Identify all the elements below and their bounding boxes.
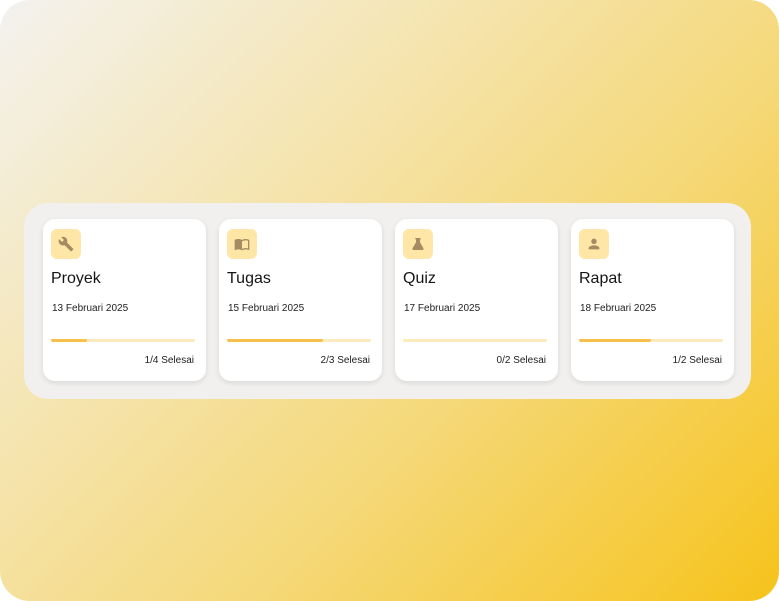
card-quiz[interactable]: Quiz 17 Februari 2025 0/2 Selesai <box>395 219 558 381</box>
progress-fill <box>51 339 87 342</box>
progress-bar <box>51 339 195 342</box>
progress-fill <box>227 339 323 342</box>
card-status: 1/2 Selesai <box>672 355 722 366</box>
card-date: 18 Februari 2025 <box>580 303 657 314</box>
background-stage: Proyek 13 Februari 2025 1/4 Selesai Tuga… <box>0 0 779 601</box>
card-date: 15 Februari 2025 <box>228 303 305 314</box>
card-date: 13 Februari 2025 <box>52 303 129 314</box>
card-rapat[interactable]: Rapat 18 Februari 2025 1/2 Selesai <box>571 219 734 381</box>
card-list: Proyek 13 Februari 2025 1/4 Selesai Tuga… <box>43 219 734 381</box>
person-icon <box>579 229 609 259</box>
progress-fill <box>579 339 651 342</box>
card-title: Proyek <box>51 270 101 287</box>
card-tugas[interactable]: Tugas 15 Februari 2025 2/3 Selesai <box>219 219 382 381</box>
card-title: Quiz <box>403 270 436 287</box>
wrench-icon <box>51 229 81 259</box>
card-status: 1/4 Selesai <box>144 355 194 366</box>
card-title: Rapat <box>579 270 622 287</box>
card-title: Tugas <box>227 270 271 287</box>
card-status: 2/3 Selesai <box>320 355 370 366</box>
card-date: 17 Februari 2025 <box>404 303 481 314</box>
book-icon <box>227 229 257 259</box>
card-status: 0/2 Selesai <box>496 355 546 366</box>
progress-bar <box>403 339 547 342</box>
progress-bar <box>579 339 723 342</box>
card-proyek[interactable]: Proyek 13 Februari 2025 1/4 Selesai <box>43 219 206 381</box>
flask-icon <box>403 229 433 259</box>
progress-bar <box>227 339 371 342</box>
